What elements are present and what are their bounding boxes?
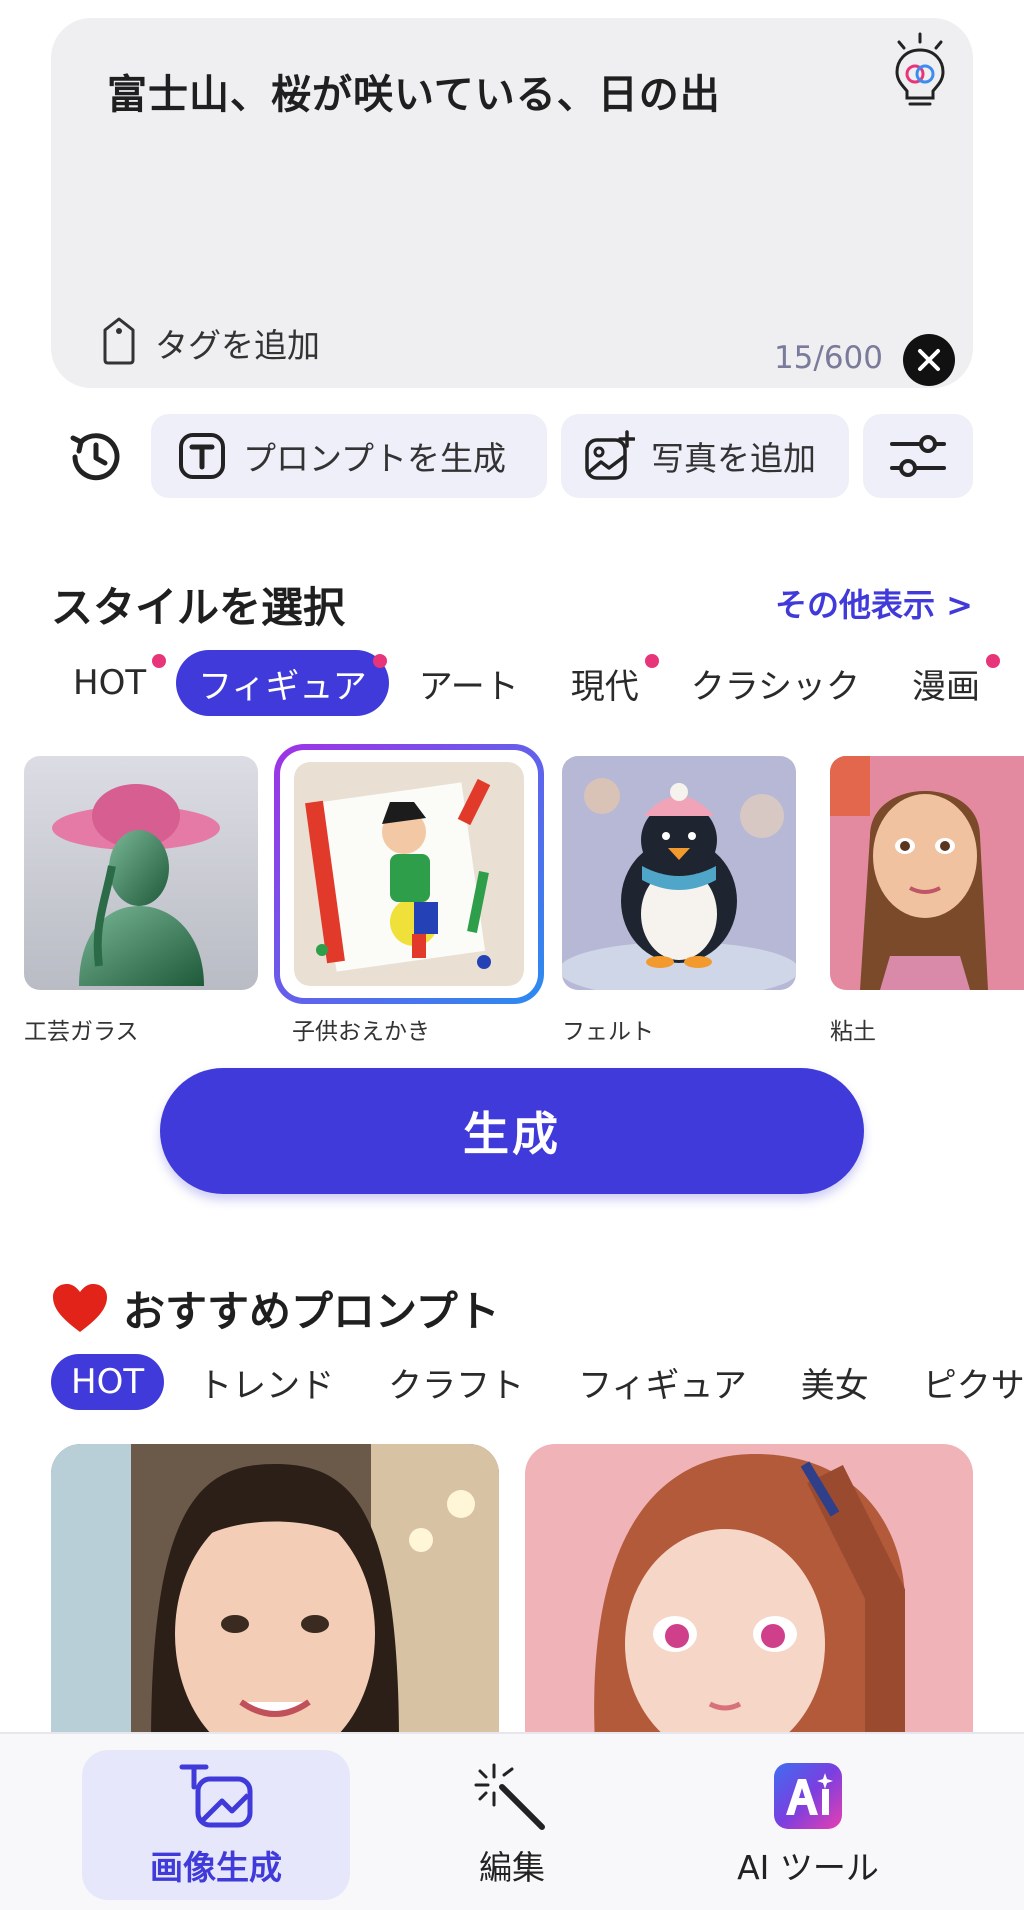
rec-tab-figure[interactable]: フィギュア [558,1354,767,1410]
ai-tools-icon [774,1763,842,1829]
style-thumbnails: 工芸ガラス 子供おえかき フェルト 粘土 [0,744,1024,1045]
style-tab-art[interactable]: アート [397,650,541,716]
heart-icon [53,1283,107,1332]
rec-tab-hot[interactable]: HOT [51,1354,165,1410]
style-thumb-glass[interactable] [24,756,258,990]
style-tab-manga[interactable]: 漫画 [890,650,1002,716]
recommended-header: おすすめプロンプト [51,1278,500,1339]
new-dot [644,654,659,668]
prompt-box[interactable]: 富士山、桜が咲いている、日の出 タグを追加 15/600 [51,18,973,388]
char-counter: 15/600 [773,340,883,376]
settings-button[interactable] [863,414,973,498]
rec-tab-beauty[interactable]: 美女 [781,1354,889,1410]
new-dot [152,654,167,668]
history-icon [70,433,120,481]
add-tag-label: タグを追加 [155,326,320,365]
rec-tab-craft[interactable]: クラフト [368,1354,544,1410]
style-thumb-clay[interactable] [830,756,1024,990]
style-tab-classic[interactable]: クラシック [669,650,882,716]
sliders-icon [890,435,946,477]
add-photo-label: 写真を追加 [651,439,816,478]
nav-label: AI ツール [737,1848,879,1887]
recommended-tabs: HOT トレンド クラフト フィギュア 美女 ピクサ [51,1354,1024,1410]
style-tab-figure[interactable]: フィギュア [176,650,389,716]
style-section-title: スタイルを選択 [51,583,346,632]
recommended-card[interactable] [525,1444,973,1744]
rec-tab-trend[interactable]: トレンド [178,1354,354,1410]
add-photo-button[interactable]: 写真を追加 [561,414,849,498]
generate-button[interactable]: 生成 [160,1068,864,1194]
nav-ai-tools[interactable]: AI ツール [674,1750,942,1900]
show-more-link[interactable]: その他表示 > [775,580,973,626]
style-tab-modern[interactable]: 現代 [549,650,661,716]
add-photo-icon [585,430,635,480]
rec-tab-pixar[interactable]: ピクサ [903,1354,1024,1410]
add-tag-button[interactable]: タグを追加 [97,316,320,370]
generate-prompt-button[interactable]: プロンプトを生成 [151,414,547,498]
style-thumb-kids-drawing-selected[interactable] [274,744,544,1004]
nav-label: 画像生成 [150,1848,282,1887]
history-button[interactable] [61,422,131,492]
style-tab-hot[interactable]: HOT [51,650,168,716]
recommended-card[interactable] [51,1444,499,1744]
prompt-text[interactable]: 富士山、桜が咲いている、日の出 [107,62,721,120]
magic-wand-icon [474,1763,545,1830]
new-dot [372,654,387,668]
tag-icon [97,316,141,370]
style-thumb-label: 子供おえかき [292,1019,430,1045]
nav-image-generate[interactable]: 画像生成 [82,1750,350,1900]
image-generate-icon [179,1764,253,1828]
generate-prompt-label: プロンプトを生成 [243,439,507,478]
nav-edit[interactable]: 編集 [378,1750,646,1900]
style-thumb-label: 粘土 [830,1019,876,1045]
nav-label: 編集 [479,1848,545,1887]
style-thumb-felt[interactable] [562,756,796,990]
lightbulb-icon[interactable] [885,28,955,118]
action-row: プロンプトを生成 写真を追加 [51,414,973,498]
text-icon [179,433,225,479]
close-icon [918,349,940,371]
recommended-title: おすすめプロンプト [123,1287,500,1336]
clear-button[interactable] [903,334,955,386]
style-thumb-label: フェルト [562,1019,654,1045]
new-dot [986,654,1001,668]
style-tabs: HOT フィギュア アート 現代 クラシック 漫画 [51,650,1010,716]
bottom-nav: 画像生成 編集 AI ツール [0,1732,1024,1910]
style-thumb-label: 工芸ガラス [24,1019,139,1045]
